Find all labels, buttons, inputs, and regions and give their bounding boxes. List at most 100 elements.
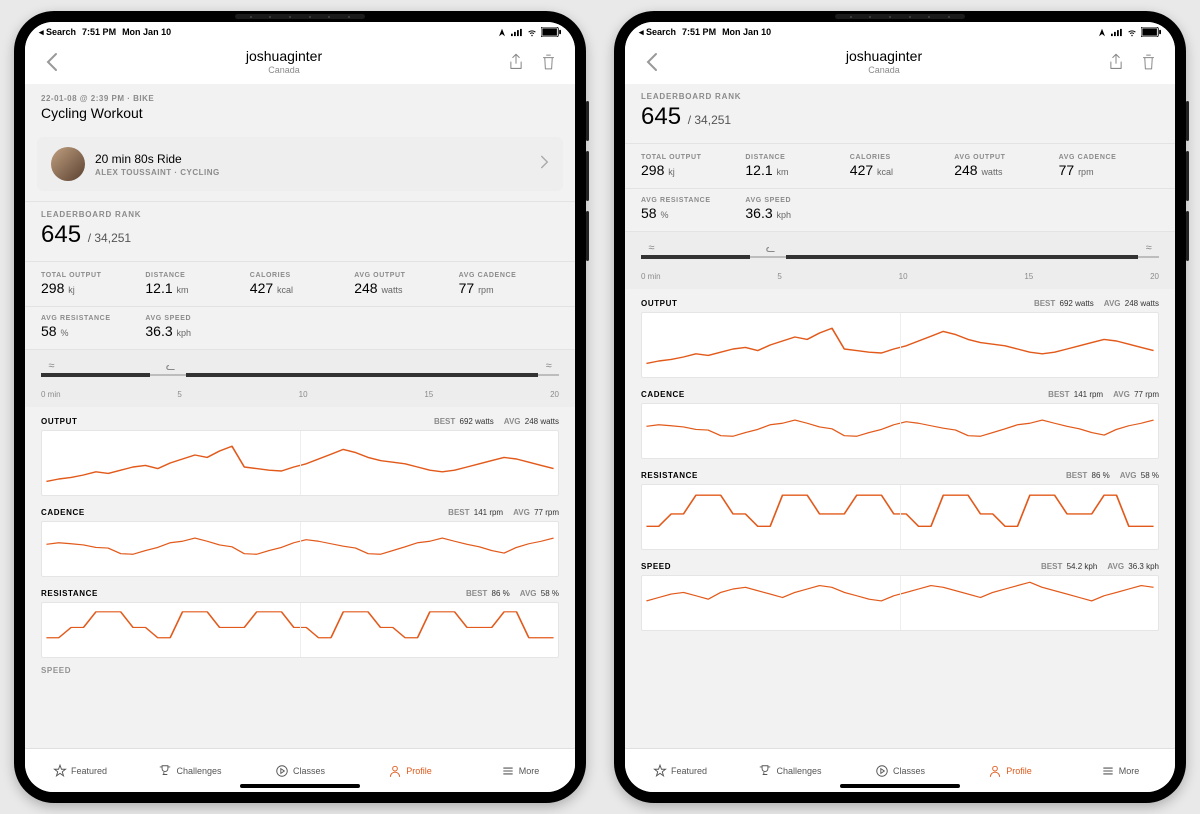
resistance-graph[interactable]: [41, 602, 559, 658]
ipad-right: ◂ Search 7:51 PM Mon Jan 10 joshuaginter…: [614, 11, 1186, 803]
page-subtitle: Canada: [667, 65, 1101, 75]
cadence-graph[interactable]: [641, 403, 1159, 459]
stat-avg-output: AVG OUTPUT248 watts: [354, 272, 454, 296]
cadence-graph[interactable]: [41, 521, 559, 577]
chart-output: OUTPUT BEST 692 watts AVG 248 watts: [25, 407, 575, 498]
rank-value: 645: [41, 221, 81, 248]
tab-challenges[interactable]: Challenges: [735, 749, 845, 792]
intensity-timeline[interactable]: ≈ ᓚ ≈ 0 min 5 10 15 20: [25, 350, 575, 407]
page-subtitle: Canada: [67, 65, 501, 75]
status-bar: ◂ Search 7:51 PM Mon Jan 10: [625, 22, 1175, 40]
speed-graph[interactable]: [641, 575, 1159, 631]
tick-15: 15: [1024, 272, 1033, 281]
rank-value: 645: [641, 103, 681, 130]
chart-output: OUTPUT BEST 692 watts AVG 248 watts: [625, 289, 1175, 380]
stat-calories: CALORIES427 kcal: [250, 272, 350, 296]
signal-icon: [1111, 28, 1123, 37]
home-indicator[interactable]: [240, 784, 360, 788]
status-time: 7:51 PM: [82, 27, 116, 37]
back-button[interactable]: [637, 47, 667, 77]
stat-avg-cadence: AVG CADENCE77 rpm: [459, 272, 559, 296]
stat-distance: DISTANCE12.1 km: [145, 272, 245, 296]
page-title: joshuaginter: [67, 49, 501, 64]
stat-avg-output: AVG OUTPUT248 watts: [954, 154, 1054, 178]
stats-row-1: TOTAL OUTPUT298 kj DISTANCE12.1 km CALOR…: [625, 144, 1175, 189]
tick-0: 0 min: [41, 390, 61, 399]
wifi-icon: [526, 28, 538, 37]
status-bar: ◂ Search 7:51 PM Mon Jan 10: [25, 22, 575, 40]
warmup-icon: ≈: [641, 242, 661, 254]
home-indicator[interactable]: [840, 784, 960, 788]
back-to-search[interactable]: ◂ Search: [39, 27, 76, 38]
chart-cadence: CADENCE BEST 141 rpm AVG 77 rpm: [25, 498, 575, 579]
tab-featured[interactable]: Featured: [25, 749, 135, 792]
tab-profile[interactable]: Profile: [355, 749, 465, 792]
location-icon: [496, 28, 508, 37]
workout-meta: 22-01-08 @ 2:39 PM · BIKE: [41, 94, 559, 103]
tab-profile[interactable]: Profile: [955, 749, 1065, 792]
chart-resistance: RESISTANCE BEST 86 % AVG 58 %: [625, 461, 1175, 552]
rank-total: / 34,251: [88, 231, 131, 245]
leaderboard-rank: LEADERBOARD RANK 645 / 34,251: [625, 84, 1175, 144]
stats-row-1: TOTAL OUTPUT298 kj DISTANCE12.1 km CALOR…: [25, 262, 575, 307]
workout-name: Cycling Workout: [41, 105, 559, 121]
tab-featured[interactable]: Featured: [625, 749, 735, 792]
class-title: 20 min 80s Ride: [95, 152, 220, 166]
stat-avg-speed: AVG SPEED36.3 kph: [145, 315, 245, 339]
intensity-timeline[interactable]: ≈ ᓚ ≈ 0 min 5 10 15 20: [625, 232, 1175, 289]
ipad-left: ◂ Search 7:51 PM Mon Jan 10 joshuaginter…: [14, 11, 586, 803]
chart-speed-partial: SPEED: [25, 660, 575, 674]
tab-challenges[interactable]: Challenges: [135, 749, 245, 792]
stat-distance: DISTANCE12.1 km: [745, 154, 845, 178]
back-to-search[interactable]: ◂ Search: [639, 27, 676, 38]
battery-icon: [1141, 27, 1161, 37]
resistance-graph[interactable]: [641, 484, 1159, 550]
delete-button[interactable]: [533, 47, 563, 77]
status-date: Mon Jan 10: [722, 27, 771, 37]
stat-total-output: TOTAL OUTPUT298 kj: [641, 154, 741, 178]
stat-avg-speed: AVG SPEED36.3 kph: [745, 197, 845, 221]
chart-speed: SPEED BEST 54.2 kph AVG 36.3 kph: [625, 552, 1175, 633]
chart-cadence: CADENCE BEST 141 rpm AVG 77 rpm: [625, 380, 1175, 461]
nav-bar: joshuaginter Canada: [625, 40, 1175, 84]
stat-avg-resistance: AVG RESISTANCE58 %: [41, 315, 141, 339]
class-subtitle: ALEX TOUSSAINT · CYCLING: [95, 168, 220, 177]
output-graph[interactable]: [41, 430, 559, 496]
stats-row-2: AVG RESISTANCE58 % AVG SPEED36.3 kph: [625, 189, 1175, 232]
share-button[interactable]: [501, 47, 531, 77]
back-button[interactable]: [37, 47, 67, 77]
status-date: Mon Jan 10: [122, 27, 171, 37]
workout-header: 22-01-08 @ 2:39 PM · BIKE Cycling Workou…: [25, 84, 575, 131]
run-icon: ᓚ: [761, 242, 781, 255]
stat-avg-resistance: AVG RESISTANCE58 %: [641, 197, 741, 221]
tick-15: 15: [424, 390, 433, 399]
warmup-icon: ≈: [41, 360, 61, 372]
wifi-icon: [1126, 28, 1138, 37]
status-time: 7:51 PM: [682, 27, 716, 37]
run-icon: ᓚ: [161, 360, 181, 373]
tick-10: 10: [299, 390, 308, 399]
signal-icon: [511, 28, 523, 37]
location-icon: [1096, 28, 1108, 37]
tick-5: 5: [177, 390, 181, 399]
nav-bar: joshuaginter Canada: [25, 40, 575, 84]
tab-more[interactable]: More: [465, 749, 575, 792]
stat-avg-cadence: AVG CADENCE77 rpm: [1059, 154, 1159, 178]
tick-20: 20: [1150, 272, 1159, 281]
stat-total-output: TOTAL OUTPUT298 kj: [41, 272, 141, 296]
rank-label: LEADERBOARD RANK: [41, 210, 559, 219]
chart-resistance: RESISTANCE BEST 86 % AVG 58 %: [25, 579, 575, 660]
battery-icon: [541, 27, 561, 37]
stat-calories: CALORIES427 kcal: [850, 154, 950, 178]
output-graph[interactable]: [641, 312, 1159, 378]
instructor-avatar: [51, 147, 85, 181]
rank-label: LEADERBOARD RANK: [641, 92, 1159, 101]
stats-row-2: AVG RESISTANCE58 % AVG SPEED36.3 kph: [25, 307, 575, 350]
class-card[interactable]: 20 min 80s Ride ALEX TOUSSAINT · CYCLING: [37, 137, 563, 191]
delete-button[interactable]: [1133, 47, 1163, 77]
tick-20: 20: [550, 390, 559, 399]
share-button[interactable]: [1101, 47, 1131, 77]
cooldown-icon: ≈: [1139, 242, 1159, 254]
tab-more[interactable]: More: [1065, 749, 1175, 792]
rank-total: / 34,251: [688, 113, 731, 127]
